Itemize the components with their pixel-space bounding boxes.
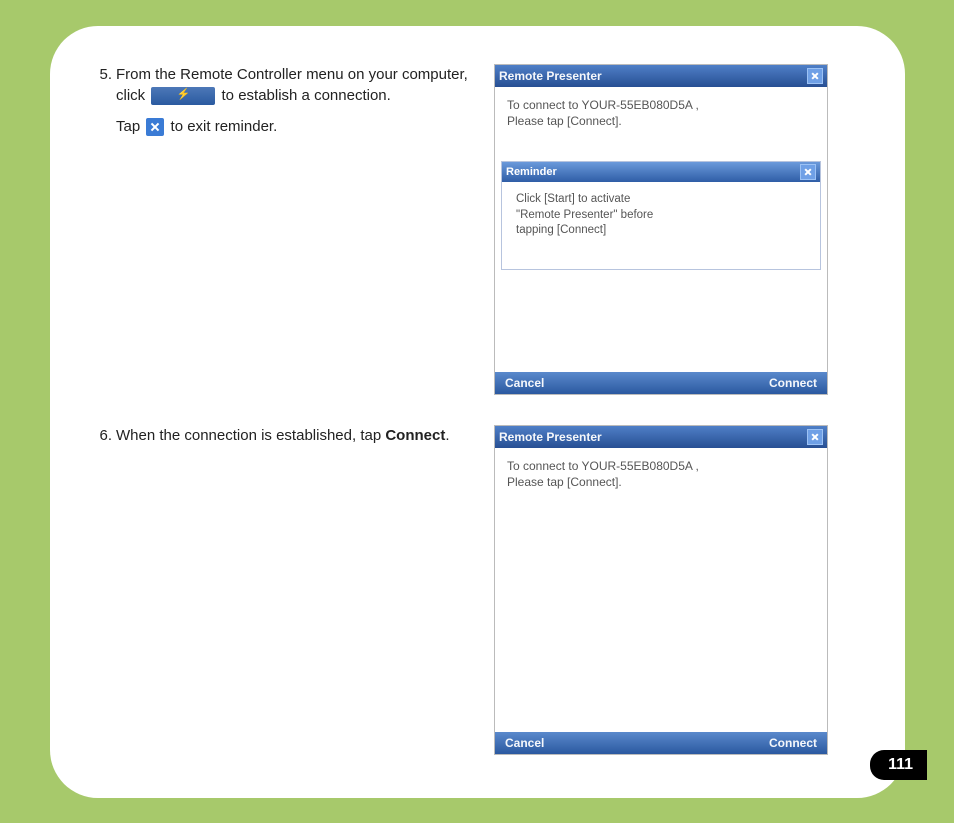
connect-button[interactable]: Connect xyxy=(769,736,817,750)
window-close-button[interactable] xyxy=(807,68,823,84)
connect-toolbar-button-icon: ⚡ xyxy=(151,87,215,105)
instruction-text: . xyxy=(445,427,449,444)
instruction-text: to exit reminder. xyxy=(171,118,278,135)
instruction-subline: Tap to exit reminder. xyxy=(116,116,474,137)
body-text: Please tap [Connect]. xyxy=(507,474,815,490)
step-6-row: 6. When the connection is established, t… xyxy=(94,425,875,755)
connect-button[interactable]: Connect xyxy=(769,376,817,390)
bolt-icon: ⚡ xyxy=(176,88,190,103)
reminder-text: "Remote Presenter" before xyxy=(516,208,808,224)
window-title: Remote Presenter xyxy=(499,430,602,444)
window-titlebar: Remote Presenter xyxy=(495,65,827,87)
reminder-titlebar: Reminder xyxy=(502,162,820,182)
step-number: 6. xyxy=(94,425,116,446)
step-body: From the Remote Controller menu on your … xyxy=(116,64,474,137)
body-text: To connect to YOUR-55EB080D5A , xyxy=(507,97,815,113)
screenshot-1-col: Remote Presenter To connect to YOUR-55EB… xyxy=(494,64,875,395)
reminder-body: Click [Start] to activate "Remote Presen… xyxy=(502,182,820,269)
window-title: Remote Presenter xyxy=(499,69,602,83)
step-number: 5. xyxy=(94,64,116,137)
step-5: 5. From the Remote Controller menu on yo… xyxy=(94,64,474,137)
body-text: Please tap [Connect]. xyxy=(507,113,815,129)
cancel-button[interactable]: Cancel xyxy=(505,736,544,750)
cancel-button[interactable]: Cancel xyxy=(505,376,544,390)
instruction-bold: Connect xyxy=(385,427,445,444)
screenshot-remote-presenter-reminder: Remote Presenter To connect to YOUR-55EB… xyxy=(494,64,828,395)
window-footer: Cancel Connect xyxy=(495,732,827,754)
reminder-dialog: Reminder Click [Start] to activate "Remo… xyxy=(501,161,821,270)
window-footer: Cancel Connect xyxy=(495,372,827,394)
reminder-close-button[interactable] xyxy=(800,164,816,180)
instruction-text: When the connection is established, tap xyxy=(116,427,385,444)
body-text: To connect to YOUR-55EB080D5A , xyxy=(507,458,815,474)
manual-page: 5. From the Remote Controller menu on yo… xyxy=(50,26,905,798)
instruction-text: to establish a connection. xyxy=(222,87,391,104)
step-6: 6. When the connection is established, t… xyxy=(94,425,474,446)
step-body: When the connection is established, tap … xyxy=(116,425,474,446)
screenshot-2-col: Remote Presenter To connect to YOUR-55EB… xyxy=(494,425,875,755)
reminder-text: Click [Start] to activate xyxy=(516,192,808,208)
reminder-title: Reminder xyxy=(506,166,557,178)
step-5-text: 5. From the Remote Controller menu on yo… xyxy=(94,64,494,151)
step-6-text: 6. When the connection is established, t… xyxy=(94,425,494,460)
window-body: To connect to YOUR-55EB080D5A , Please t… xyxy=(495,448,827,732)
step-5-row: 5. From the Remote Controller menu on yo… xyxy=(94,64,875,395)
window-close-button[interactable] xyxy=(807,429,823,445)
window-body: To connect to YOUR-55EB080D5A , Please t… xyxy=(495,87,827,161)
page-number-badge: 111 xyxy=(870,750,927,780)
window-titlebar: Remote Presenter xyxy=(495,426,827,448)
screenshot-remote-presenter: Remote Presenter To connect to YOUR-55EB… xyxy=(494,425,828,755)
instruction-text: Tap xyxy=(116,118,140,135)
close-icon xyxy=(146,118,164,136)
reminder-text: tapping [Connect] xyxy=(516,223,808,239)
window-empty-area xyxy=(495,278,827,372)
